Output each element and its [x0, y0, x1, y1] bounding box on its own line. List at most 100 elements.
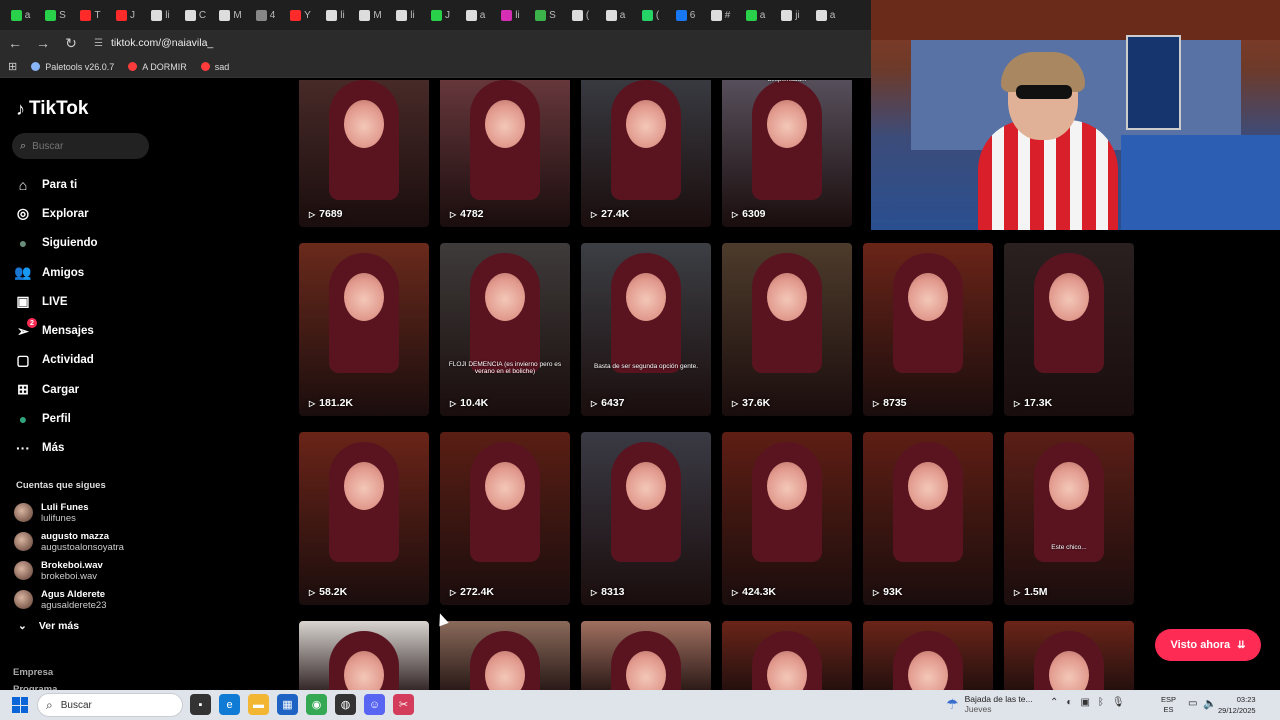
browser-tab[interactable]: T	[74, 3, 107, 27]
footer-link-empresa[interactable]: Empresa	[13, 664, 57, 681]
nav-item-explorar[interactable]: ◎ Explorar	[14, 199, 164, 228]
volume-icon[interactable]: 🔈	[1203, 697, 1217, 710]
nav-item-amigos[interactable]: 👥 Amigos	[14, 258, 164, 287]
see-more-button[interactable]: ⌄ Ver más	[18, 620, 79, 632]
windows-start-icon[interactable]	[12, 697, 28, 713]
nvidia-icon[interactable]: ▣	[1080, 697, 1089, 708]
video-thumbnail[interactable]: ▷ 272.4K	[440, 432, 570, 605]
video-thumbnail[interactable]	[1004, 621, 1134, 690]
site-info-icon[interactable]: ☰	[94, 38, 103, 49]
video-thumbnail[interactable]: ▷ 17.3K	[1004, 243, 1134, 416]
nav-item-perfil[interactable]: ● Perfil	[14, 404, 164, 433]
store-icon[interactable]: ▦	[277, 694, 298, 715]
video-thumbnail[interactable]: ▷ 93K	[863, 432, 993, 605]
forward-arrow-icon[interactable]: →	[34, 34, 52, 52]
browser-tab[interactable]: a	[4, 3, 37, 27]
followed-account[interactable]: Luli Funes lulifunes	[14, 498, 164, 527]
nav-item-m-s[interactable]: ··· Más	[14, 434, 164, 463]
video-thumbnail[interactable]	[863, 621, 993, 690]
video-thumbnail[interactable]: ▷ 58.2K	[299, 432, 429, 605]
account-handle: agusalderete23	[41, 599, 107, 611]
browser-tab[interactable]: li	[494, 3, 527, 27]
obs-icon[interactable]: ◍	[335, 694, 356, 715]
network-icon[interactable]: ▭	[1188, 698, 1197, 709]
browser-tab[interactable]: 6	[669, 3, 702, 27]
nav-item-para-ti[interactable]: ⌂ Para ti	[14, 170, 164, 199]
file-explorer-icon[interactable]: ▬	[248, 694, 269, 715]
url-field[interactable]: ☰ tiktok.com/@naiavila_	[94, 33, 854, 53]
browser-tab[interactable]: M	[354, 3, 387, 27]
browser-tab[interactable]: M	[214, 3, 247, 27]
bluetooth-icon[interactable]: ᛒ	[1098, 697, 1104, 708]
video-thumbnail[interactable]: ▷ 8313	[581, 432, 711, 605]
reload-icon[interactable]: ↻	[62, 34, 80, 52]
tiktok-logo[interactable]: ♪ TikTok	[16, 98, 88, 120]
video-thumbnail[interactable]: ▷ 7689	[299, 80, 429, 227]
video-thumbnail[interactable]: ▷ 37.6K	[722, 243, 852, 416]
video-thumbnail[interactable]	[722, 621, 852, 690]
browser-tab[interactable]: S	[39, 3, 72, 27]
browser-tab[interactable]: (	[634, 3, 667, 27]
chrome-icon[interactable]: ◉	[306, 694, 327, 715]
followed-account[interactable]: augusto mazza augustoalonsoyatra	[14, 527, 164, 556]
bookmark-item[interactable]: sad	[200, 62, 229, 72]
browser-tab[interactable]: a	[809, 3, 842, 27]
video-thumbnail[interactable]: ▷ 27.4K	[581, 80, 711, 227]
back-arrow-icon[interactable]: ←	[6, 34, 24, 52]
video-thumbnail[interactable]	[440, 621, 570, 690]
clock[interactable]: 03:23 29/12/2025	[1218, 694, 1256, 716]
browser-tab[interactable]: li	[389, 3, 422, 27]
browser-tab[interactable]: S	[529, 3, 562, 27]
nav-item-siguiendo[interactable]: ● Siguiendo	[14, 229, 164, 258]
browser-tab[interactable]: ji	[774, 3, 807, 27]
nav-item-mensajes[interactable]: ➢ Mensajes 2	[14, 316, 164, 345]
chevron-up-icon[interactable]: ⌃	[1050, 697, 1058, 708]
browser-tab[interactable]: J	[424, 3, 457, 27]
video-thumbnail[interactable]: Basta de ser segunda opción gente. ▷ 6437	[581, 243, 711, 416]
tab-favicon-icon	[641, 9, 653, 21]
weather-widget[interactable]: ☂ Bajada de las te... Jueves	[946, 694, 1033, 714]
followed-account[interactable]: Agus Alderete agusalderete23	[14, 585, 164, 614]
browser-tab[interactable]: #	[704, 3, 737, 27]
nav-item-live[interactable]: ▣ LIVE	[14, 287, 164, 316]
bookmark-item[interactable]: Paletools v26.0.7	[31, 62, 114, 72]
edge-icon[interactable]: e	[219, 694, 240, 715]
search-box[interactable]: ⌕	[12, 133, 149, 159]
browser-tab[interactable]: Y	[284, 3, 317, 27]
video-thumbnail[interactable]	[299, 621, 429, 690]
snipping-tool-icon[interactable]: ✂	[393, 694, 414, 715]
antivirus-icon[interactable]: ◐	[1066, 697, 1072, 708]
video-thumbnail[interactable]: ▷ 4782	[440, 80, 570, 227]
followed-account[interactable]: Brokeboi.wav brokeboi.wav	[14, 556, 164, 585]
browser-tab[interactable]: C	[179, 3, 212, 27]
thumbnail-face-shape	[485, 100, 525, 148]
video-thumbnail[interactable]: Este chico... ▷ 1.5M	[1004, 432, 1134, 605]
browser-tab[interactable]: J	[109, 3, 142, 27]
browser-tab[interactable]: a	[739, 3, 772, 27]
task-view-icon[interactable]: ▪	[190, 694, 211, 715]
video-thumbnail[interactable]: ▷ 8735	[863, 243, 993, 416]
browser-tab[interactable]: li	[144, 3, 177, 27]
nav-item-actividad[interactable]: ▢ Actividad	[14, 346, 164, 375]
browser-tab[interactable]: (	[564, 3, 597, 27]
taskbar-search[interactable]: ⌕ Buscar	[37, 693, 183, 717]
nav-item-cargar[interactable]: ⊞ Cargar	[14, 375, 164, 404]
video-thumbnail[interactable]: despeinada... ▷6309	[722, 80, 852, 227]
video-thumbnail[interactable]: FLOJI DEMENCIA (es invierno pero es vera…	[440, 243, 570, 416]
bookmark-item[interactable]: A DORMIR	[128, 62, 187, 72]
browser-tab[interactable]: a	[459, 3, 492, 27]
language-indicator[interactable]: ESP ES	[1161, 695, 1176, 715]
browser-tab[interactable]: a	[599, 3, 632, 27]
discord-icon[interactable]: ☺	[364, 694, 385, 715]
thumbnail-face-shape	[344, 100, 384, 148]
apps-grid-icon[interactable]: ⊞	[8, 60, 17, 73]
mic-icon[interactable]: 🎙	[1112, 697, 1125, 708]
browser-tab[interactable]: 4	[249, 3, 282, 27]
video-thumbnail[interactable]: ▷ 181.2K	[299, 243, 429, 416]
video-thumbnail[interactable]	[581, 621, 711, 690]
watched-now-button[interactable]: Visto ahora ⇊	[1155, 629, 1261, 661]
search-input[interactable]	[32, 140, 133, 152]
video-thumbnail[interactable]: ▷ 424.3K	[722, 432, 852, 605]
browser-tab[interactable]: li	[319, 3, 352, 27]
taskbar-apps: ▪ e ▬ ▦ ◉ ◍ ☺ ✂	[190, 694, 414, 715]
